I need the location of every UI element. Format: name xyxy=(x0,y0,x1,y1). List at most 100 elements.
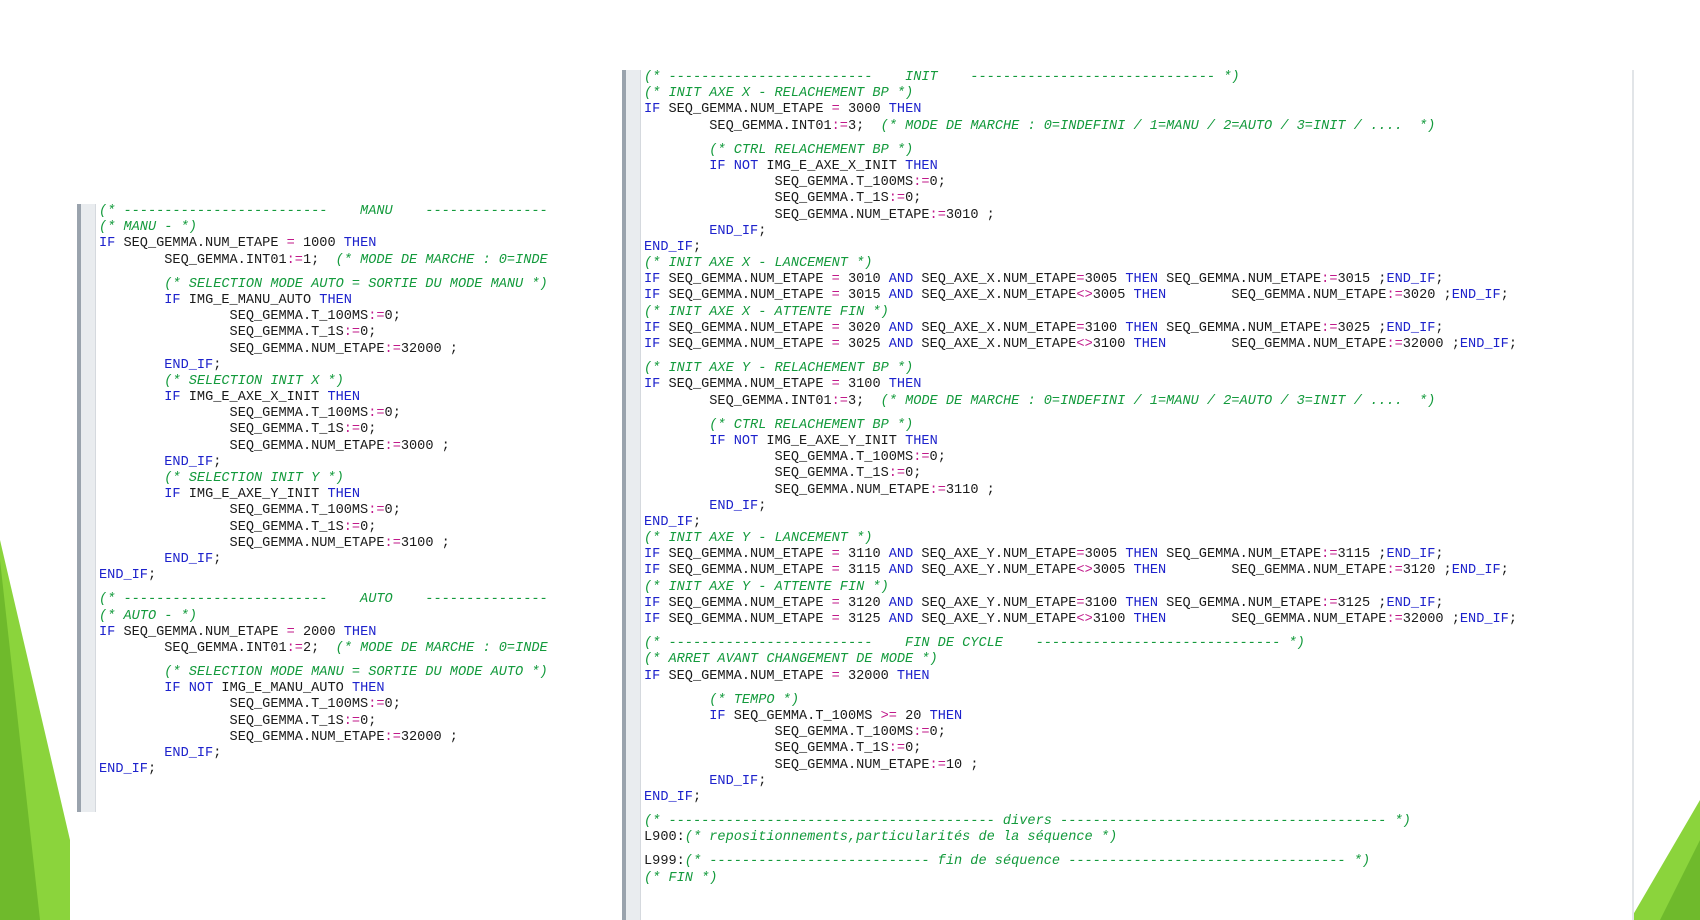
code-line: SEQ_GEMMA.T_1S:=0; xyxy=(99,325,622,341)
keyword-token: IF xyxy=(99,236,116,252)
code-token: 3100 xyxy=(1084,320,1126,336)
keyword-token: IF xyxy=(164,390,181,406)
code-token: SEQ_GEMMA.NUM_ETAPE xyxy=(1166,337,1387,352)
operator-token: <> xyxy=(1076,337,1093,352)
keyword-token: END_IF xyxy=(1386,595,1436,611)
code-token: 0; xyxy=(929,175,946,191)
code-token: 1000 xyxy=(294,236,344,252)
keyword-token: AND xyxy=(888,547,914,563)
keyword-token: IF xyxy=(644,612,661,627)
code-token: SEQ_AXE_Y.NUM_ETAPE xyxy=(913,563,1077,579)
keyword-token: IF xyxy=(644,595,661,611)
slide-accent-left xyxy=(0,540,70,920)
code-editor-left[interactable]: (* ------------------------- MANU ------… xyxy=(77,204,622,812)
vertical-scrollbar[interactable] xyxy=(1632,70,1634,920)
operator-token: = xyxy=(831,612,840,627)
editor-gutter xyxy=(81,204,96,812)
code-token: ; xyxy=(692,789,702,805)
code-token: 0; xyxy=(384,503,401,519)
operator-token: := xyxy=(368,697,385,713)
code-editor-right[interactable]: (* ------------------------- INIT ------… xyxy=(622,70,1634,920)
code-line: SEQ_GEMMA.T_100MS:=0; xyxy=(99,697,622,713)
operator-token: := xyxy=(1321,320,1338,336)
code-line: (* SELECTION MODE MANU = SORTIE DU MODE … xyxy=(99,665,622,681)
keyword-token: NOT xyxy=(188,681,214,697)
code-line: IF IMG_E_AXE_Y_INIT THEN xyxy=(99,487,622,503)
code-line: END_IF; xyxy=(644,774,1634,790)
code-token: 10 ; xyxy=(945,757,979,773)
code-line: IF NOT IMG_E_MANU_AUTO THEN xyxy=(99,681,622,697)
code-line: SEQ_GEMMA.NUM_ETAPE:=3100 ; xyxy=(99,536,622,552)
code-token: L900: xyxy=(644,830,685,846)
keyword-token: AND xyxy=(888,612,914,627)
operator-token: := xyxy=(384,535,401,551)
code-token: 3100 ; xyxy=(400,535,450,551)
code-token: 0; xyxy=(360,519,377,535)
operator-token: := xyxy=(368,503,385,519)
code-token: SEQ_GEMMA.NUM_ETAPE xyxy=(1166,563,1387,579)
code-token: ; xyxy=(1500,288,1509,304)
code-token: 3; xyxy=(847,118,881,134)
code-token: SEQ_GEMMA.NUM_ETAPE xyxy=(774,207,930,223)
code-token: ; xyxy=(758,773,767,789)
code-token: ; xyxy=(147,568,157,584)
keyword-token: END_IF xyxy=(1459,337,1509,352)
code-token: SEQ_GEMMA.T_1S xyxy=(229,519,344,535)
code-line: IF SEQ_GEMMA.NUM_ETAPE = 3115 AND SEQ_AX… xyxy=(644,563,1634,579)
code-token: 0; xyxy=(360,325,377,341)
code-line: IF SEQ_GEMMA.T_100MS >= 20 THEN xyxy=(644,709,1634,725)
operator-token: := xyxy=(343,713,361,729)
operator-token: := xyxy=(368,309,385,325)
code-token: SEQ_GEMMA.NUM_ETAPE xyxy=(1158,320,1322,336)
operator-token: <> xyxy=(1076,288,1093,304)
code-token: 3125 xyxy=(839,612,889,627)
keyword-token: THEN xyxy=(1133,612,1167,627)
code-token: 0; xyxy=(929,725,946,741)
comment-token: (* SELECTION INIT X *) xyxy=(164,373,344,389)
code-line: IF NOT IMG_E_AXE_Y_INIT THEN xyxy=(644,434,1634,450)
code-token: 32000 ; xyxy=(1402,612,1460,627)
code-token: 32000 ; xyxy=(1402,337,1460,352)
code-token: 0; xyxy=(905,741,922,757)
code-token: 1; xyxy=(302,252,336,268)
operator-token: := xyxy=(384,341,401,357)
code-token: ; xyxy=(1435,547,1444,563)
operator-token: := xyxy=(1321,547,1338,563)
operator-token: := xyxy=(1321,595,1338,611)
operator-token: >= xyxy=(880,708,897,724)
code-line: SEQ_GEMMA.INT01:=1; (* MODE DE MARCHE : … xyxy=(99,253,622,269)
keyword-token: THEN xyxy=(1133,288,1167,304)
keyword-token: THEN xyxy=(929,708,963,724)
code-line: L999:(* --------------------------- fin … xyxy=(644,854,1634,870)
code-token: SEQ_GEMMA.INT01 xyxy=(709,393,832,409)
code-token: SEQ_GEMMA.NUM_ETAPE xyxy=(229,341,385,357)
code-token: 3120 ; xyxy=(1402,563,1452,579)
code-area-left[interactable]: (* ------------------------- MANU ------… xyxy=(99,204,622,778)
comment-token: (* SELECTION MODE AUTO = SORTIE DU MODE … xyxy=(164,276,548,292)
code-line: (* CTRL RELACHEMENT BP *) xyxy=(644,418,1634,434)
code-token: ; xyxy=(1435,595,1444,611)
keyword-token: NOT xyxy=(733,158,759,174)
operator-token: = xyxy=(831,337,840,352)
keyword-token: END_IF xyxy=(99,762,148,778)
keyword-token: END_IF xyxy=(709,223,759,239)
comment-token: (* INIT AXE Y - RELACHEMENT BP *) xyxy=(644,361,914,377)
code-token: IMG_E_AXE_Y_INIT xyxy=(180,487,328,503)
code-token: 3100 xyxy=(1092,337,1134,352)
keyword-token: IF xyxy=(644,337,661,352)
code-token: SEQ_GEMMA.NUM_ETAPE xyxy=(660,320,832,336)
code-line: (* ------------------------- MANU ------… xyxy=(99,204,622,220)
code-area-right[interactable]: (* ------------------------- INIT ------… xyxy=(644,70,1634,887)
comment-token: (* ------------------------- FIN DE CYCL… xyxy=(644,636,1305,652)
code-line: IF SEQ_GEMMA.NUM_ETAPE = 3120 AND SEQ_AX… xyxy=(644,596,1634,612)
operator-token: = xyxy=(831,547,840,563)
operator-token: := xyxy=(1321,272,1338,288)
comment-token: (* MODE DE MARCHE : 0=INDEFINI / 1=MANU … xyxy=(880,118,1436,134)
keyword-token: THEN xyxy=(888,377,922,393)
